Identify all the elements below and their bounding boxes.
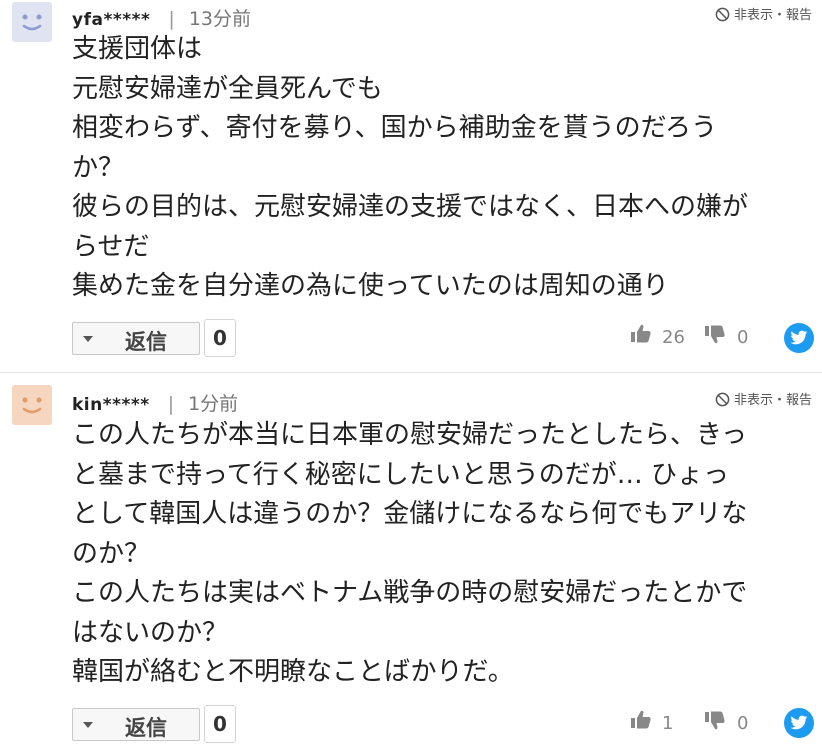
header-separator: | bbox=[168, 8, 175, 30]
dislike-count: 0 bbox=[737, 713, 749, 734]
comment-body: この人たちが本当に日本軍の慰安婦だったとしたら、きっ と墓まで持って行く秘密にし… bbox=[72, 416, 812, 693]
comment-line: 韓国が絡むと不明瞭なことばかりだ。 bbox=[72, 657, 514, 687]
twitter-share-button[interactable] bbox=[784, 708, 814, 738]
thumbs-down-icon bbox=[705, 325, 725, 344]
hide-report-link[interactable]: 非表示・報告 bbox=[715, 389, 812, 408]
ban-icon bbox=[715, 7, 730, 22]
caret-down-icon bbox=[83, 722, 93, 728]
comment-line: この人たちは実はベトナム戦争の時の慰安婦だったとかで bbox=[72, 578, 748, 608]
twitter-icon bbox=[790, 715, 808, 730]
comment-line: はないのか？ bbox=[72, 617, 229, 648]
reply-count: 0 bbox=[204, 319, 236, 357]
comment-line: らせだ bbox=[72, 231, 150, 262]
hide-report-link[interactable]: 非表示・報告 bbox=[715, 4, 812, 23]
caret-down-icon bbox=[83, 336, 93, 342]
username[interactable]: kin***** bbox=[72, 395, 150, 415]
twitter-share-button[interactable] bbox=[784, 323, 814, 353]
thumbs-up-icon bbox=[631, 710, 651, 729]
comment-body: 支援団体は 元慰安婦達が全員死んでも 相変わらず、寄付を募り、国から補助金を貰う… bbox=[72, 30, 812, 307]
reply-button[interactable]: 返信 bbox=[72, 322, 200, 355]
comment-header: yfa***** | 13分前 bbox=[72, 4, 251, 31]
comment-line: 集めた金を自分達の為に使っていたのは周知の通り bbox=[72, 271, 669, 301]
hide-report-label: 非表示・報告 bbox=[733, 8, 812, 23]
avatar[interactable] bbox=[12, 2, 52, 42]
username[interactable]: yfa***** bbox=[72, 10, 150, 30]
comment-line: 支援団体は bbox=[72, 34, 203, 64]
comment-line: この人たちが本当に日本軍の慰安婦だったとしたら、きっ bbox=[72, 420, 747, 450]
header-separator: | bbox=[167, 393, 175, 415]
comment-line: か？ bbox=[72, 152, 125, 183]
timestamp[interactable]: 1分前 bbox=[188, 393, 238, 415]
face-icon bbox=[22, 397, 42, 414]
reply-count: 0 bbox=[204, 705, 236, 743]
comment-item: yfa***** | 13分前 非表示・報告 支援団体は 元慰安婦達が全員死んでも … bbox=[0, 0, 822, 372]
reply-button[interactable]: 返信 bbox=[72, 708, 200, 741]
thumbs-up-icon bbox=[631, 324, 651, 343]
like-count: 26 bbox=[662, 327, 685, 348]
avatar[interactable] bbox=[12, 385, 52, 425]
comment-line: 彼らの目的は、元慰安婦達の支援ではなく、日本への嫌が bbox=[72, 192, 749, 222]
comment-line: のか？ bbox=[72, 538, 151, 569]
twitter-icon bbox=[790, 330, 808, 345]
comment-header: kin***** | 1分前 bbox=[72, 389, 238, 416]
comment-line: 元慰安婦達が全員死んでも bbox=[72, 73, 383, 104]
thumbs-down-icon bbox=[705, 711, 725, 730]
comment-line: 相変わらず、寄付を募り、国から補助金を貰うのだろう bbox=[72, 113, 718, 143]
reply-label: 返信 bbox=[125, 330, 167, 354]
like-count: 1 bbox=[662, 713, 674, 734]
ban-icon bbox=[715, 392, 730, 407]
comment-line: として韓国人は違うのか？金儲けになるなら何でもアリな bbox=[72, 499, 748, 529]
dislike-count: 0 bbox=[737, 327, 749, 348]
reply-label: 返信 bbox=[125, 716, 167, 740]
comment-line: と墓まで持って行く秘密にしたいと思うのだが… ひょっ bbox=[72, 459, 729, 490]
face-icon bbox=[22, 14, 42, 31]
timestamp[interactable]: 13分前 bbox=[189, 8, 251, 30]
hide-report-label: 非表示・報告 bbox=[733, 393, 812, 408]
